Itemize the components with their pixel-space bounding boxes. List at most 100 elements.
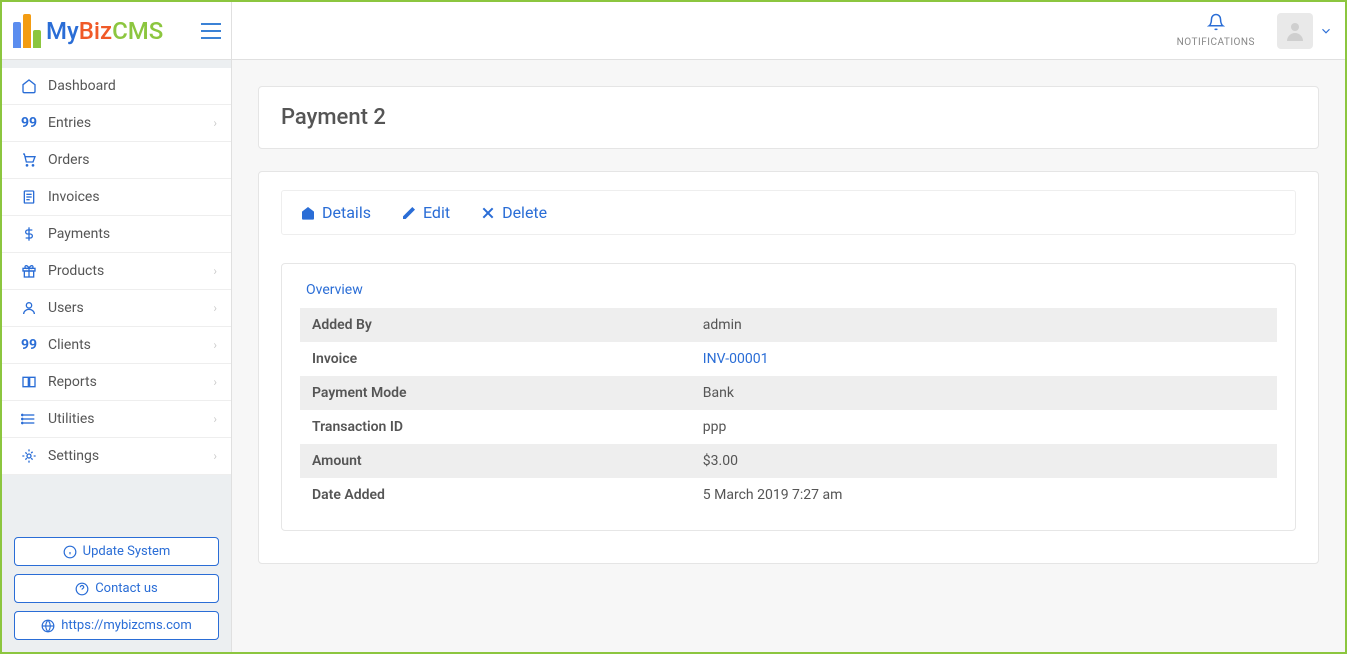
text-icon: 99 <box>16 337 42 353</box>
table-row: Invoice INV-00001 <box>300 342 1277 376</box>
page-title: Payment 2 <box>281 105 1296 130</box>
row-key: Payment Mode <box>300 376 691 410</box>
tab-edit-label: Edit <box>423 203 450 222</box>
row-value: 5 March 2019 7:27 am <box>691 478 1277 512</box>
table-row: Added Byadmin <box>300 308 1277 342</box>
sidebar-item-reports[interactable]: Reports› <box>2 364 231 401</box>
sidebar-item-label: Invoices <box>48 189 217 205</box>
overview-table: Added ByadminInvoice INV-00001 Payment Mod… <box>300 308 1277 512</box>
update-system-label: Update System <box>83 544 171 559</box>
sidebar-item-label: Utilities <box>48 411 213 427</box>
sidebar-item-label: Clients <box>48 337 213 353</box>
notifications-button[interactable]: NOTIFICATIONS <box>1177 13 1255 48</box>
row-value: $3.00 <box>691 444 1277 478</box>
row-value: Bank <box>691 376 1277 410</box>
sidebar-item-label: Settings <box>48 448 213 464</box>
sidebar-item-label: Payments <box>48 226 217 242</box>
sidebar-item-label: Products <box>48 263 213 279</box>
sidebar-item-label: Reports <box>48 374 213 390</box>
row-key: Transaction ID <box>300 410 691 444</box>
chevron-down-icon <box>1319 24 1333 38</box>
sidebar-item-dashboard[interactable]: Dashboard <box>2 68 231 105</box>
sidebar-item-payments[interactable]: Payments <box>2 216 231 253</box>
sidebar-item-utilities[interactable]: Utilities› <box>2 401 231 438</box>
topbar: MyBizCMS NOTIFICATIONS <box>2 2 1345 60</box>
sidebar-item-orders[interactable]: Orders <box>2 142 231 179</box>
update-system-button[interactable]: Update System <box>14 537 219 566</box>
chevron-right-icon: › <box>213 449 217 463</box>
invoice-link[interactable]: INV-00001 <box>703 351 769 367</box>
contact-us-label: Contact us <box>95 581 158 596</box>
menu-toggle-icon[interactable] <box>201 23 221 39</box>
logo-bars-icon <box>12 14 42 48</box>
overview-legend: Overview <box>300 282 369 298</box>
sidebar-item-label: Entries <box>48 115 213 131</box>
table-row: Payment ModeBank <box>300 376 1277 410</box>
sidebar-item-clients[interactable]: 99 Clients› <box>2 327 231 364</box>
tab-delete[interactable]: Delete <box>480 203 547 222</box>
main-panel: Details Edit Delete Overview Added Byadm… <box>258 171 1319 564</box>
content: Payment 2 Details Edit Delete Overview <box>232 60 1345 652</box>
row-key: Amount <box>300 444 691 478</box>
help-icon <box>75 582 89 596</box>
tab-edit[interactable]: Edit <box>401 203 450 222</box>
sidebar-menu: Dashboard99Entries›OrdersInvoicesPayment… <box>2 68 231 475</box>
chevron-right-icon: › <box>213 412 217 426</box>
row-key: Added By <box>300 308 691 342</box>
globe-icon <box>41 619 55 633</box>
tabs: Details Edit Delete <box>281 190 1296 235</box>
sidebar-item-label: Users <box>48 300 213 316</box>
sidebar-item-invoices[interactable]: Invoices <box>2 179 231 216</box>
logo[interactable]: MyBizCMS <box>12 14 163 48</box>
info-icon <box>63 545 77 559</box>
avatar <box>1277 13 1313 49</box>
table-row: Date Added5 March 2019 7:27 am <box>300 478 1277 512</box>
topbar-right: NOTIFICATIONS <box>1177 13 1333 49</box>
chevron-right-icon: › <box>213 375 217 389</box>
sidebar-item-users[interactable]: Users› <box>2 290 231 327</box>
bell-icon <box>1207 13 1225 31</box>
row-value: ppp <box>691 410 1277 444</box>
chevron-right-icon: › <box>213 116 217 130</box>
sidebar-item-settings[interactable]: Settings› <box>2 438 231 475</box>
sidebar-item-label: Orders <box>48 152 217 168</box>
pencil-icon <box>401 205 417 221</box>
sidebar-item-label: Dashboard <box>48 78 217 94</box>
list-icon <box>16 411 42 427</box>
tab-details[interactable]: Details <box>300 203 371 222</box>
contact-us-button[interactable]: Contact us <box>14 574 219 603</box>
chevron-right-icon: › <box>213 301 217 315</box>
row-value: admin <box>691 308 1277 342</box>
sidebar-item-products[interactable]: Products› <box>2 253 231 290</box>
chevron-right-icon: › <box>213 264 217 278</box>
page-header: Payment 2 <box>258 86 1319 149</box>
table-row: Transaction IDppp <box>300 410 1277 444</box>
row-key: Date Added <box>300 478 691 512</box>
doc-icon <box>16 189 42 205</box>
user-menu[interactable] <box>1277 13 1333 49</box>
site-link-label: https://mybizcms.com <box>61 618 191 633</box>
dollar-icon <box>16 226 42 242</box>
user-icon <box>16 300 42 316</box>
overview-panel: Overview Added ByadminInvoice INV-00001 Pa… <box>281 263 1296 531</box>
close-icon <box>480 205 496 221</box>
sidebar: Dashboard99Entries›OrdersInvoicesPayment… <box>2 60 232 652</box>
site-link-button[interactable]: https://mybizcms.com <box>14 611 219 640</box>
tab-details-label: Details <box>322 203 371 222</box>
chevron-right-icon: › <box>213 338 217 352</box>
table-row: Amount$3.00 <box>300 444 1277 478</box>
cart-icon <box>16 152 42 168</box>
row-value: INV-00001 <box>691 342 1277 376</box>
home-icon <box>300 205 316 221</box>
logo-area: MyBizCMS <box>2 2 232 59</box>
notifications-label: NOTIFICATIONS <box>1177 37 1255 48</box>
row-key: Invoice <box>300 342 691 376</box>
gift-icon <box>16 263 42 279</box>
gear-icon <box>16 448 42 464</box>
tab-delete-label: Delete <box>502 203 547 222</box>
home-icon <box>16 78 42 94</box>
text-icon: 99 <box>16 115 42 131</box>
sidebar-buttons: Update System Contact us https://mybizcm… <box>2 525 231 652</box>
sidebar-item-entries[interactable]: 99 Entries› <box>2 105 231 142</box>
avatar-icon <box>1283 19 1307 43</box>
